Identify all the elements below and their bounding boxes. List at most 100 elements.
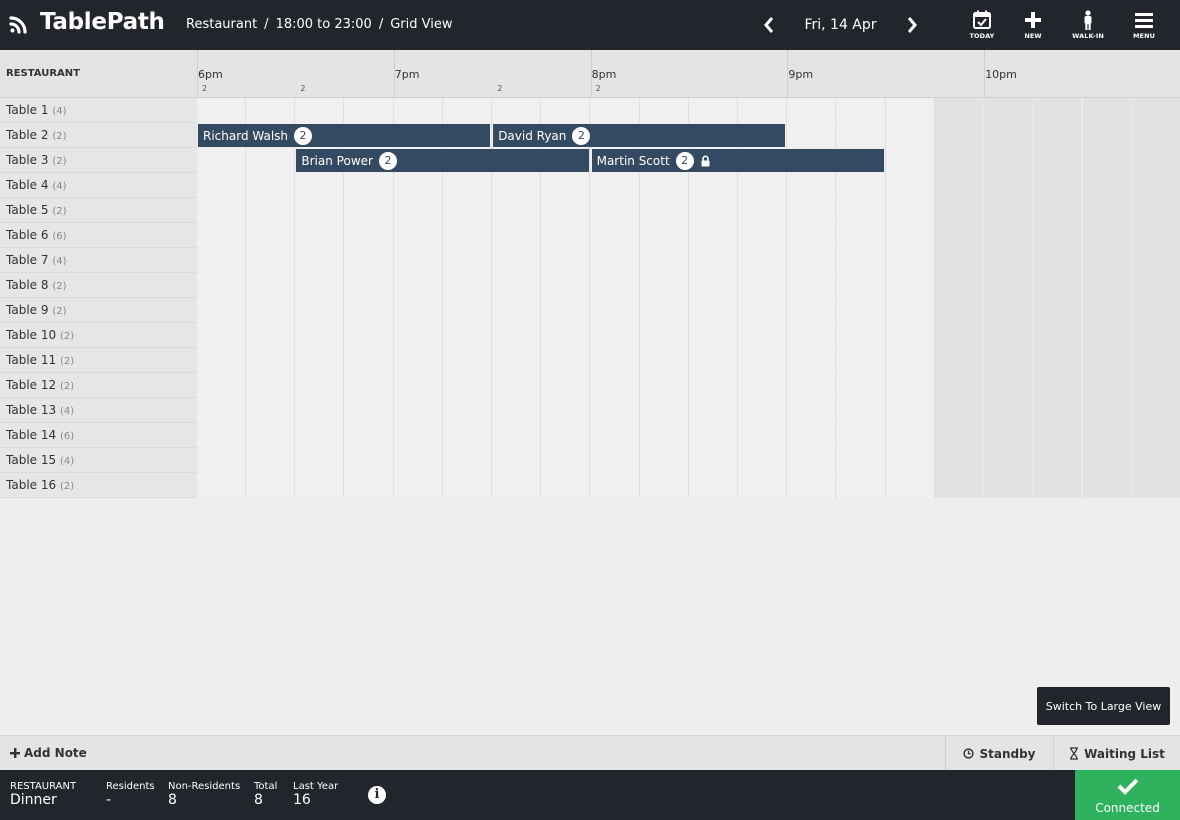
time-slot[interactable]	[885, 298, 935, 323]
add-note-button[interactable]: Add Note	[10, 746, 87, 760]
time-slot[interactable]	[885, 398, 935, 423]
time-slot[interactable]	[492, 323, 542, 348]
time-slot[interactable]	[295, 348, 345, 373]
time-slot[interactable]	[344, 298, 394, 323]
time-slot[interactable]	[689, 198, 738, 223]
time-slot[interactable]	[246, 148, 296, 173]
time-slot[interactable]	[738, 373, 788, 398]
time-slot[interactable]	[197, 98, 246, 123]
time-slot[interactable]	[689, 273, 738, 298]
time-slot[interactable]	[590, 373, 640, 398]
time-slot[interactable]	[885, 148, 935, 173]
time-slot[interactable]	[787, 298, 837, 323]
time-slot[interactable]	[590, 223, 640, 248]
time-slot[interactable]	[492, 273, 542, 298]
time-slot[interactable]	[885, 423, 935, 448]
standby-button[interactable]: Standby	[945, 736, 1053, 771]
time-slot[interactable]	[885, 173, 935, 198]
time-slot[interactable]	[885, 348, 935, 373]
time-slot[interactable]	[492, 173, 542, 198]
time-slot[interactable]	[639, 398, 689, 423]
time-slot[interactable]	[197, 148, 246, 173]
time-slot[interactable]	[885, 223, 935, 248]
time-slot[interactable]	[590, 248, 640, 273]
time-slot[interactable]	[639, 323, 689, 348]
time-slot[interactable]	[443, 423, 492, 448]
time-slot[interactable]	[541, 173, 591, 198]
time-slot[interactable]	[344, 473, 394, 498]
time-slot[interactable]	[443, 98, 492, 123]
today-button[interactable]: TODAY	[962, 10, 1002, 40]
time-slot[interactable]	[689, 473, 738, 498]
time-slot[interactable]	[541, 448, 591, 473]
time-slot[interactable]	[885, 248, 935, 273]
time-slot[interactable]	[689, 423, 738, 448]
time-slot[interactable]	[393, 198, 443, 223]
time-slot[interactable]	[738, 173, 788, 198]
time-slot[interactable]	[689, 173, 738, 198]
time-slot[interactable]	[344, 248, 394, 273]
time-slot[interactable]	[295, 323, 345, 348]
time-slot[interactable]	[738, 198, 788, 223]
time-slot[interactable]	[246, 398, 296, 423]
table-label[interactable]: Table 16 (2)	[0, 473, 197, 498]
time-slot[interactable]	[295, 198, 345, 223]
time-slot[interactable]	[836, 323, 886, 348]
time-slot[interactable]	[639, 248, 689, 273]
time-slot[interactable]	[492, 473, 542, 498]
table-label[interactable]: Table 13 (4)	[0, 398, 197, 423]
time-slot[interactable]	[393, 248, 443, 273]
time-slot[interactable]	[443, 373, 492, 398]
time-slot[interactable]	[787, 123, 837, 148]
time-slot[interactable]	[246, 198, 296, 223]
time-slot[interactable]	[590, 473, 640, 498]
time-slot[interactable]	[295, 473, 345, 498]
time-slot[interactable]	[689, 398, 738, 423]
time-slot[interactable]	[885, 273, 935, 298]
time-slot[interactable]	[443, 323, 492, 348]
time-slot[interactable]	[197, 423, 246, 448]
table-label[interactable]: Table 10 (2)	[0, 323, 197, 348]
time-slot[interactable]	[885, 123, 935, 148]
time-slot[interactable]	[393, 173, 443, 198]
time-slot[interactable]	[393, 273, 443, 298]
time-slot[interactable]	[492, 98, 542, 123]
booking-block[interactable]: Richard Walsh 2	[198, 124, 491, 147]
table-label[interactable]: Table 6 (6)	[0, 223, 197, 248]
time-slot[interactable]	[689, 448, 738, 473]
time-slot[interactable]	[885, 373, 935, 398]
time-slot[interactable]	[639, 473, 689, 498]
time-slot[interactable]	[443, 248, 492, 273]
table-label[interactable]: Table 9 (2)	[0, 298, 197, 323]
connection-status[interactable]: Connected	[1075, 770, 1180, 820]
new-booking-button[interactable]: NEW	[1013, 10, 1053, 40]
time-slot[interactable]	[541, 198, 591, 223]
time-slot[interactable]	[590, 348, 640, 373]
table-label[interactable]: Table 15 (4)	[0, 448, 197, 473]
time-slot[interactable]	[295, 173, 345, 198]
time-slot[interactable]	[492, 448, 542, 473]
time-slot[interactable]	[787, 373, 837, 398]
time-slot[interactable]	[639, 298, 689, 323]
time-slot[interactable]	[639, 198, 689, 223]
time-slot[interactable]	[639, 273, 689, 298]
time-slot[interactable]	[295, 423, 345, 448]
time-slot[interactable]	[836, 223, 886, 248]
time-slot[interactable]	[787, 248, 837, 273]
time-slot[interactable]	[836, 398, 886, 423]
time-slot[interactable]	[738, 448, 788, 473]
next-day-button[interactable]	[903, 12, 921, 38]
time-slot[interactable]	[787, 323, 837, 348]
table-label[interactable]: Table 4 (4)	[0, 173, 197, 198]
time-slot[interactable]	[836, 348, 886, 373]
time-slot[interactable]	[197, 298, 246, 323]
time-slot[interactable]	[393, 223, 443, 248]
time-slot[interactable]	[443, 298, 492, 323]
time-slot[interactable]	[393, 398, 443, 423]
table-label[interactable]: Table 12 (2)	[0, 373, 197, 398]
booking-block[interactable]: David Ryan 2	[493, 124, 786, 147]
time-slot[interactable]	[246, 448, 296, 473]
time-slot[interactable]	[443, 173, 492, 198]
time-slot[interactable]	[492, 423, 542, 448]
time-slot[interactable]	[836, 198, 886, 223]
